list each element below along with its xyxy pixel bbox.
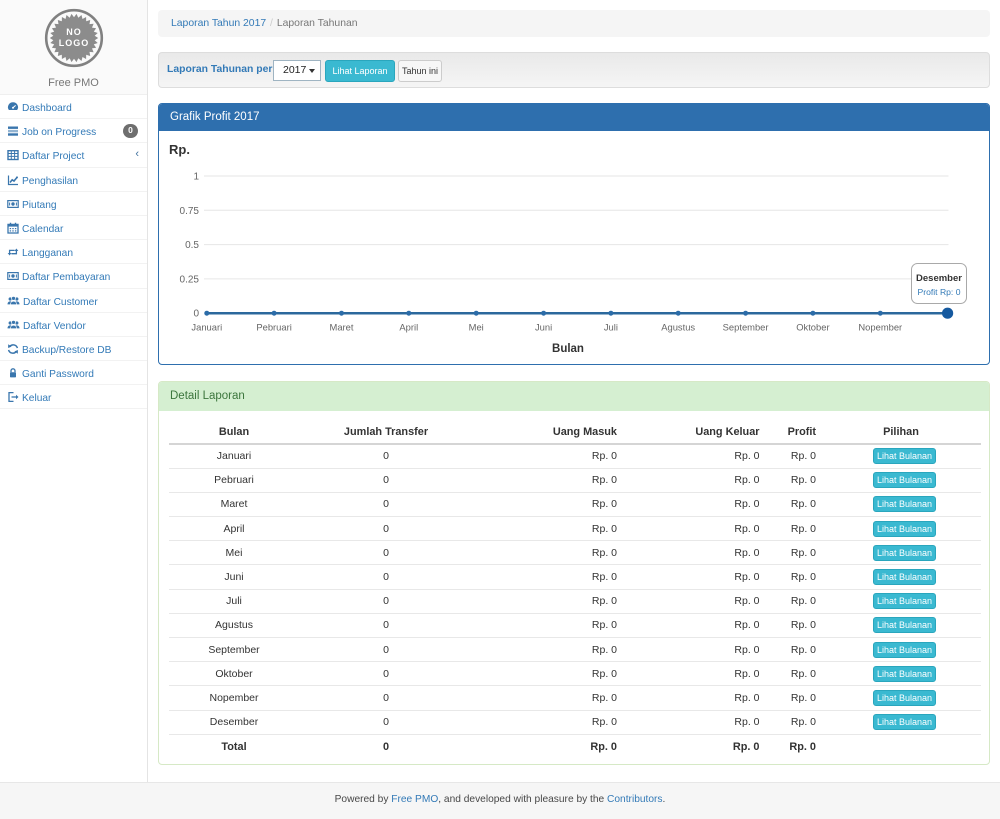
svg-text:Rp.: Rp. <box>169 142 190 157</box>
svg-text:Bulan: Bulan <box>552 343 584 355</box>
svg-text:Maret: Maret <box>330 322 354 333</box>
svg-text:1: 1 <box>193 172 199 183</box>
svg-text:NO: NO <box>66 27 82 37</box>
svg-text:Pebruari: Pebruari <box>256 322 291 333</box>
svg-text:Nopember: Nopember <box>858 322 902 333</box>
svg-text:Juli: Juli <box>604 322 618 333</box>
svg-text:0.5: 0.5 <box>185 240 199 251</box>
svg-text:Desember: Desember <box>916 273 962 284</box>
svg-text:Mei: Mei <box>469 322 484 333</box>
svg-text:Juni: Juni <box>535 322 552 333</box>
svg-text:0.25: 0.25 <box>180 274 200 285</box>
svg-text:LOGO: LOGO <box>58 38 89 48</box>
svg-text:Oktober: Oktober <box>796 322 829 333</box>
svg-text:April: April <box>399 322 418 333</box>
svg-text:September: September <box>723 322 769 333</box>
svg-text:Januari: Januari <box>191 322 222 333</box>
svg-text:Agustus: Agustus <box>661 322 695 333</box>
svg-text:0.75: 0.75 <box>180 206 200 217</box>
svg-text:Profit Rp: 0: Profit Rp: 0 <box>918 287 961 297</box>
svg-text:0: 0 <box>193 309 199 320</box>
